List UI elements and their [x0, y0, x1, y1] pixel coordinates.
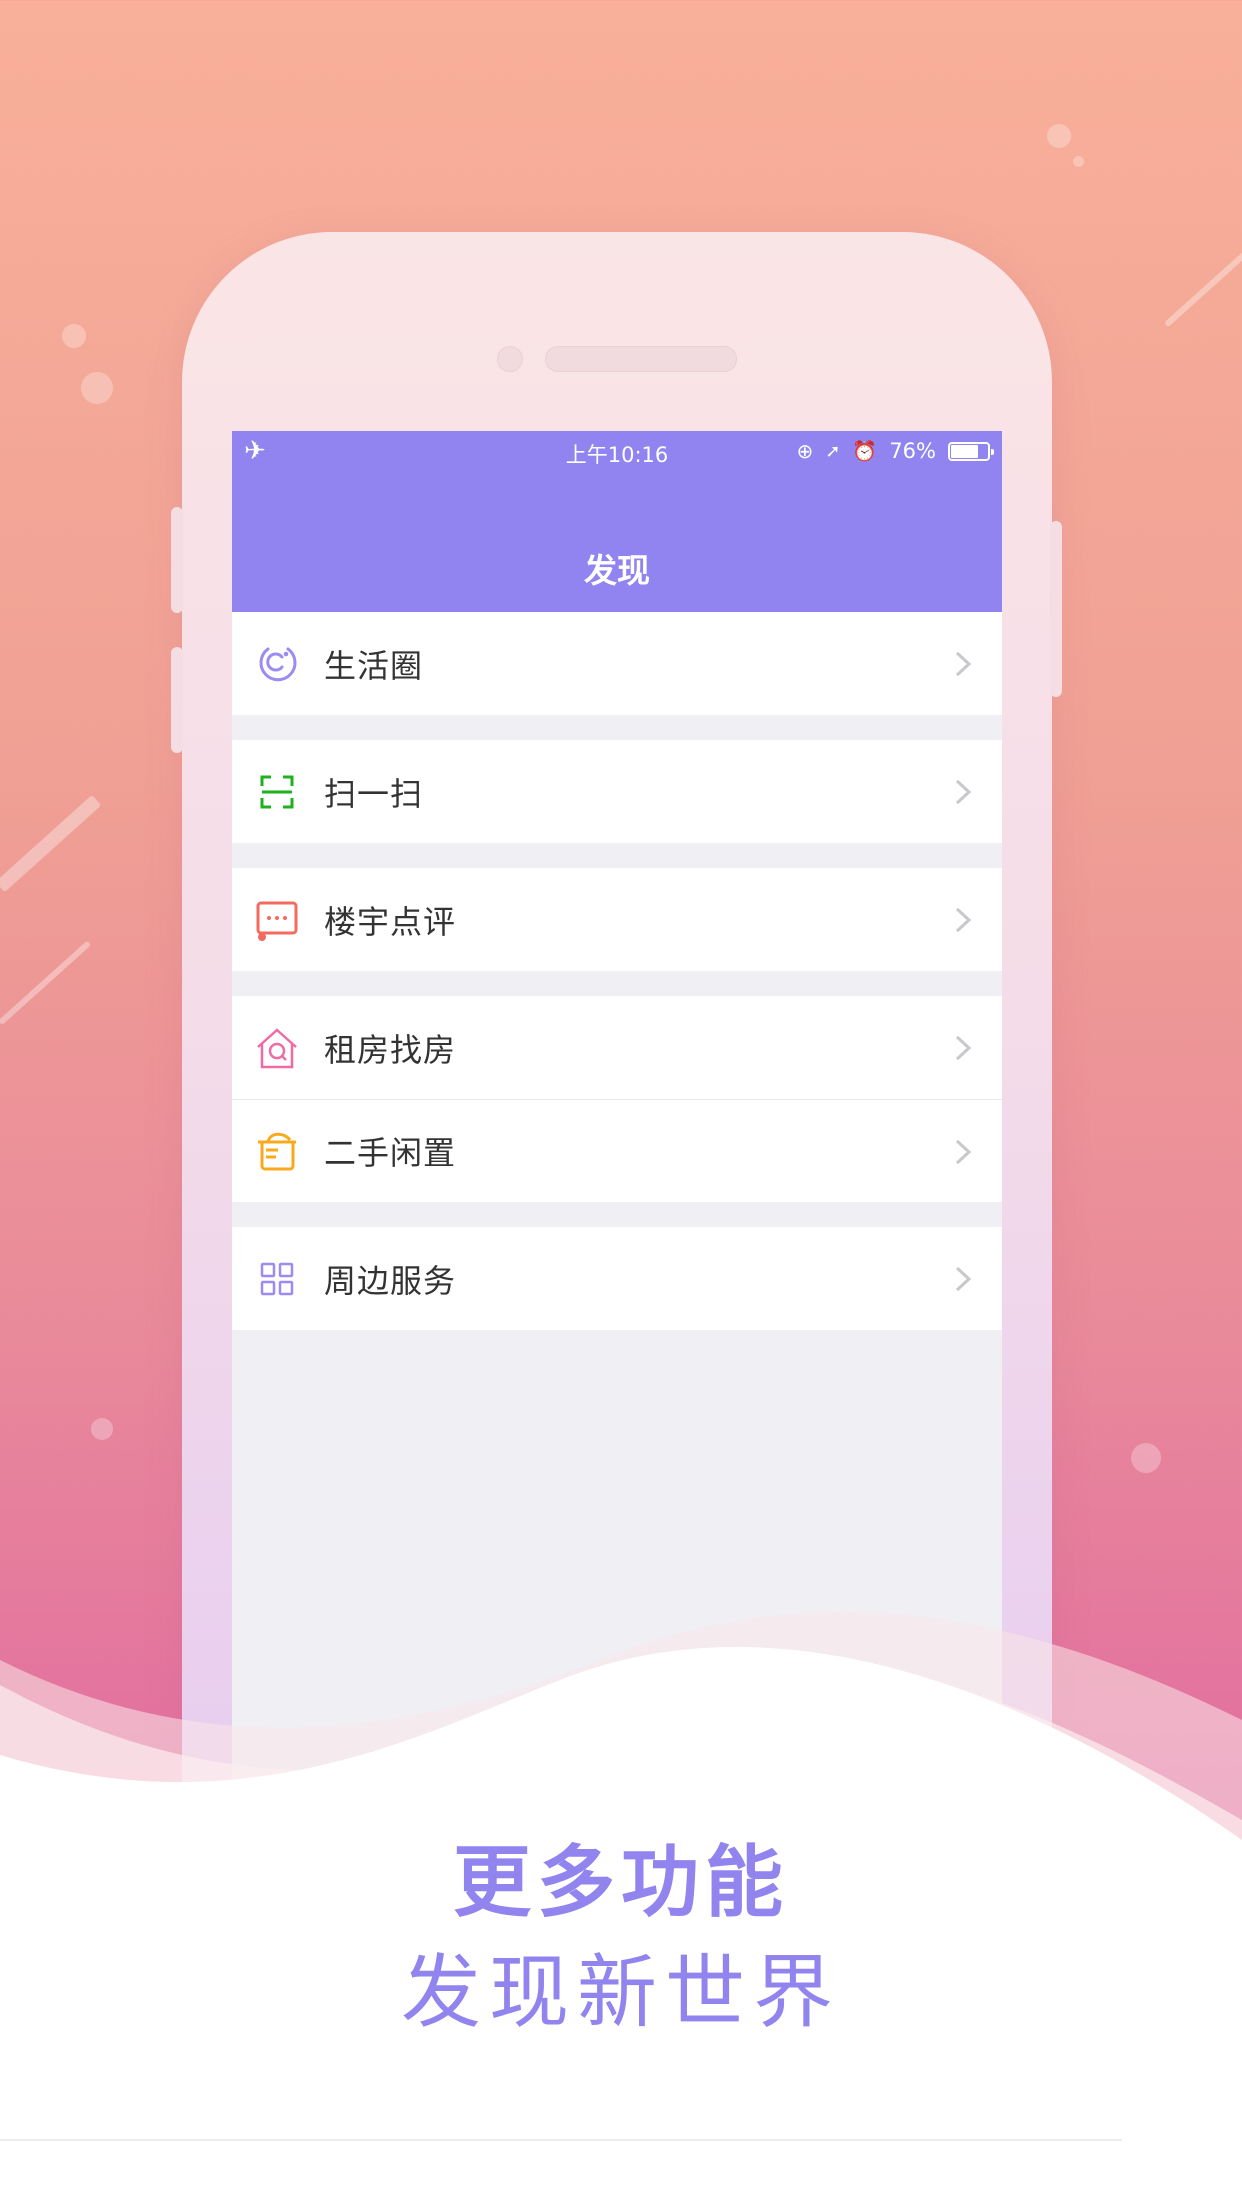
- discover-menu: 生活圈 扫一扫 楼宇点评 租房找房 二手闲置 周边服务: [232, 612, 1002, 1330]
- chat-bubble-icon: [254, 897, 300, 943]
- chevron-right-icon: [954, 1138, 972, 1166]
- decor-bubble: [62, 324, 86, 348]
- menu-item[interactable]: 二手闲置: [232, 1099, 1002, 1202]
- basket-icon: [254, 1128, 300, 1174]
- decor-bubble: [1131, 1443, 1161, 1473]
- bottom-divider: [0, 2139, 1122, 2141]
- chevron-right-icon: [954, 1034, 972, 1062]
- menu-item-label: 周边服务: [324, 1261, 457, 1300]
- phone-power-button: [1050, 521, 1062, 697]
- status-bar: ✈ 上午10:16 ⊕ ➚ ⏰ 76%: [232, 431, 1002, 471]
- phone-volume-up-button: [171, 507, 183, 613]
- chevron-right-icon: [954, 906, 972, 934]
- menu-item-label: 生活圈: [324, 646, 424, 685]
- decor-bubble: [1073, 156, 1084, 167]
- menu-item[interactable]: 周边服务: [232, 1227, 1002, 1330]
- chevron-right-icon: [954, 1265, 972, 1293]
- life-circle-icon: [254, 641, 300, 687]
- menu-item[interactable]: 扫一扫: [232, 740, 1002, 843]
- chevron-right-icon: [954, 778, 972, 806]
- decor-streak: [0, 940, 92, 1026]
- status-time: 上午10:16: [565, 443, 669, 467]
- menu-group: 扫一扫: [232, 740, 1002, 843]
- menu-item[interactable]: 生活圈: [232, 612, 1002, 715]
- menu-group: 生活圈: [232, 612, 1002, 715]
- menu-item-label: 楼宇点评: [324, 902, 457, 941]
- battery-icon: [948, 441, 994, 461]
- scan-icon: [254, 769, 300, 815]
- phone-speaker: [545, 346, 737, 372]
- menu-item-label: 扫一扫: [324, 774, 424, 813]
- phone-volume-down-button: [171, 647, 183, 753]
- decor-streak: [0, 794, 102, 893]
- page-title: 发现: [584, 551, 650, 590]
- menu-item[interactable]: 楼宇点评: [232, 868, 1002, 971]
- house-search-icon: [254, 1025, 300, 1071]
- decor-bubble: [1047, 124, 1071, 148]
- menu-group: 租房找房 二手闲置: [232, 996, 1002, 1202]
- chevron-right-icon: [954, 650, 972, 678]
- decor-bubble: [81, 372, 113, 404]
- promo-subline: 发现新世界: [401, 1946, 841, 2039]
- navigation-bar: ✈ 上午10:16 ⊕ ➚ ⏰ 76% 发现: [232, 431, 1002, 612]
- promo-headline: 更多功能: [452, 1838, 789, 1928]
- grid-icon: [254, 1256, 300, 1302]
- decor-streak: [1163, 249, 1242, 328]
- decor-bubble: [91, 1418, 113, 1440]
- phone-camera: [497, 346, 523, 372]
- menu-group: 周边服务: [232, 1227, 1002, 1330]
- menu-item[interactable]: 租房找房: [232, 996, 1002, 1099]
- menu-item-label: 租房找房: [324, 1030, 457, 1069]
- menu-group: 楼宇点评: [232, 868, 1002, 971]
- menu-item-label: 二手闲置: [324, 1134, 457, 1172]
